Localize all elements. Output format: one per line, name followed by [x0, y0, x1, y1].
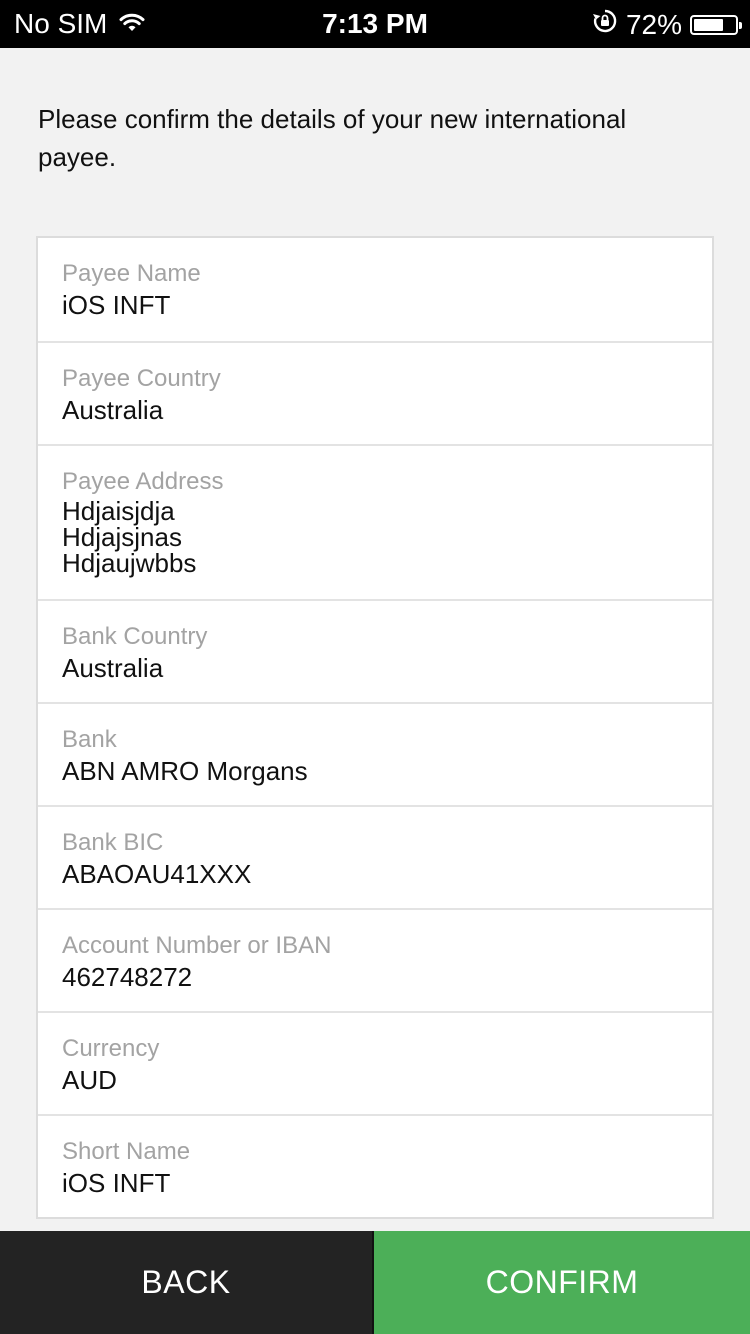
battery-percent: 72% [625, 8, 682, 40]
field-value: ABAOAU41XXX [62, 859, 252, 889]
field-payee-country: Payee Country Australia [38, 341, 712, 444]
address-line-3: Hdjaujwbbs [62, 548, 197, 578]
bottom-action-bar: BACK CONFIRM [0, 1231, 750, 1334]
field-label: Currency [62, 1035, 160, 1062]
field-value: 462748272 [62, 962, 193, 992]
field-account-number: Account Number or IBAN 462748272 [38, 908, 712, 1011]
status-right: 72% [592, 8, 742, 41]
field-label: Payee Country [62, 365, 221, 392]
battery-fill [694, 18, 723, 31]
address-line-2: Hdjajsjnas [62, 522, 182, 552]
field-bank-country: Bank Country Australia [38, 599, 712, 702]
field-value: AUD [62, 1065, 117, 1095]
field-value: iOS INFT [62, 290, 171, 320]
field-label: Bank Country [62, 623, 208, 650]
field-short-name: Short Name iOS INFT [38, 1114, 712, 1217]
field-label: Short Name [62, 1138, 191, 1165]
field-bank-bic: Bank BIC ABAOAU41XXX [38, 805, 712, 908]
back-button[interactable]: BACK [0, 1231, 374, 1334]
field-value: Australia [62, 395, 164, 425]
field-label: Payee Name [62, 260, 201, 287]
field-payee-address: Payee Address Hdjaisjdja Hdjajsjnas Hdja… [38, 444, 712, 599]
field-value: Hdjaisjdja Hdjajsjnas Hdjaujwbbs [62, 498, 712, 576]
field-currency: Currency AUD [38, 1011, 712, 1114]
rotation-lock-icon [592, 8, 618, 41]
status-bar: No SIM 7:13 PM 72% [0, 0, 750, 48]
field-bank: Bank ABN AMRO Morgans [38, 702, 712, 805]
address-line-1: Hdjaisjdja [62, 496, 175, 526]
field-label: Payee Address [62, 468, 224, 495]
field-label: Bank BIC [62, 829, 164, 856]
field-label: Bank [62, 726, 117, 753]
field-value: ABN AMRO Morgans [62, 756, 308, 786]
field-value: iOS INFT [62, 1168, 171, 1198]
field-value: Australia [62, 653, 164, 683]
field-payee-name: Payee Name iOS INFT [38, 238, 712, 341]
intro-text: Please confirm the details of your new i… [38, 104, 627, 172]
payee-details-card: Payee Name iOS INFT Payee Country Austra… [36, 236, 714, 1219]
confirm-button[interactable]: CONFIRM [374, 1231, 750, 1334]
battery-icon [690, 14, 742, 35]
field-label: Account Number or IBAN [62, 932, 332, 959]
